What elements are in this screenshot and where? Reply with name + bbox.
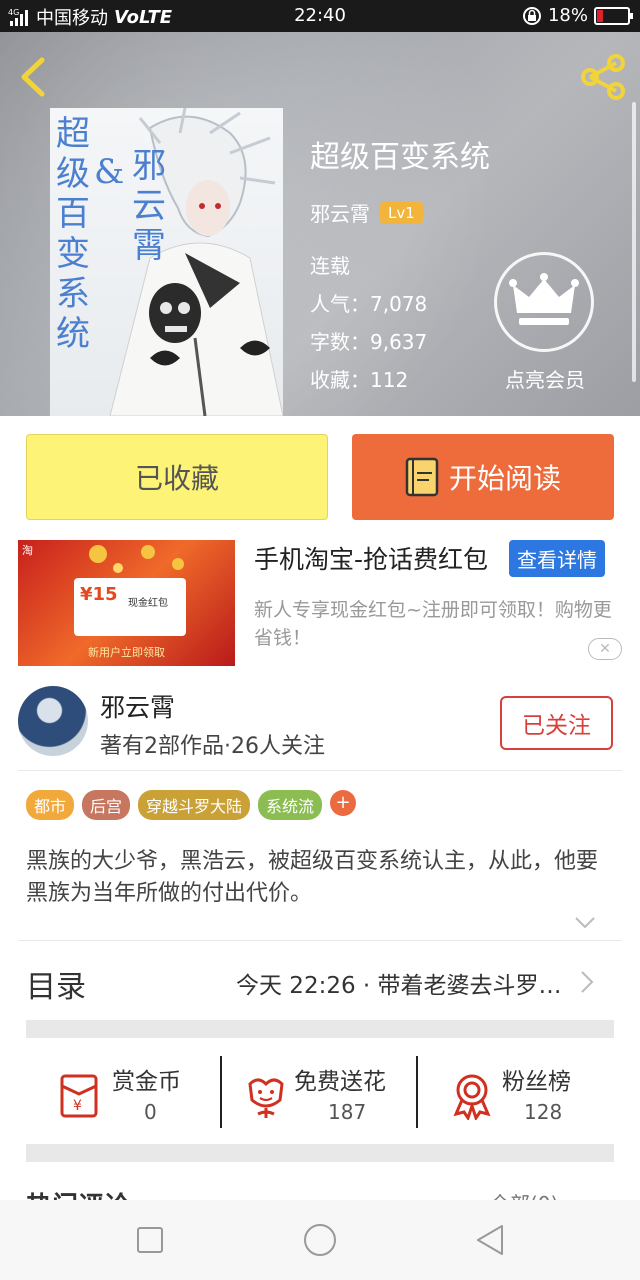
cover-title: 超级百变系统 [56, 114, 90, 354]
divider [18, 770, 622, 771]
stat-label: 赏金币 [112, 1069, 181, 1095]
author-name[interactable]: 邪云霄 [310, 198, 370, 227]
tag-list: 都市 后宫 穿越斗罗大陆 系统流 + [26, 790, 357, 820]
status-bar: 4G 中国移动 VoLTE 22:40 18% [0, 0, 640, 32]
battery-percent: 18% [547, 5, 588, 26]
ad-card-text: 现金红包 [128, 598, 168, 609]
crown-icon [509, 273, 579, 325]
reward-coins-button[interactable]: ¥ 赏金币 0 [56, 1056, 216, 1146]
cover-author: 邪云霄 [132, 146, 166, 266]
stat-value: 0 [144, 1100, 157, 1124]
vip-label[interactable]: 点亮会员 [480, 364, 610, 393]
ad-coupon-card: ¥15 现金红包 [74, 578, 186, 636]
tag-item[interactable]: 系统流 [258, 790, 323, 820]
book-word-count: 字数：9,637 [310, 330, 428, 354]
hot-comments-title: 热门评论 [26, 1186, 130, 1200]
system-nav-bar [0, 1200, 640, 1280]
follow-button[interactable]: 已关注 [500, 696, 613, 750]
home-icon[interactable] [300, 1220, 340, 1260]
battery-level [597, 9, 603, 22]
divider [18, 940, 622, 941]
add-tag-button[interactable]: + [330, 790, 357, 816]
vip-button[interactable] [494, 252, 594, 352]
scrollbar[interactable] [632, 102, 636, 382]
start-reading-label: 开始阅读 [448, 462, 561, 495]
red-envelope-icon: ¥ [60, 1074, 98, 1118]
section-separator [26, 1020, 614, 1038]
main-content: 已收藏 开始阅读 淘 ¥15 现金红包 新用户立即领取 手机淘宝-抢话费红包 查… [0, 416, 640, 1200]
ad-close-button[interactable]: ✕ [588, 638, 622, 660]
svg-text:4G: 4G [8, 8, 19, 17]
book-header: 超级百变系统 & 邪云霄 超级百变系统 邪云霄 Lv1 连载 人气：7,078 … [0, 32, 640, 416]
stat-label: 免费送花 [294, 1069, 386, 1095]
stat-value: 187 [328, 1100, 367, 1124]
stat-divider [220, 1056, 222, 1128]
ad-footer-text: 新用户立即领取 [88, 646, 165, 659]
carrier-name: 中国移动 [36, 8, 108, 29]
toc-latest-chapter[interactable]: 今天 22:26 · 带着老婆去斗罗大陆 [236, 966, 566, 1000]
signal-icon: 4G [8, 8, 28, 26]
svg-text:¥: ¥ [73, 1098, 82, 1114]
ad-detail-button[interactable]: 查看详情 [509, 540, 605, 577]
free-flower-button[interactable]: 免费送花 187 [240, 1056, 410, 1146]
book-title: 超级百变系统 [310, 140, 490, 175]
fan-ranking-button[interactable]: 粉丝榜 128 [450, 1056, 600, 1146]
status-right: 18% [522, 5, 633, 26]
toc-label[interactable]: 目录 [26, 962, 86, 1006]
chevron-down-icon[interactable] [574, 916, 596, 930]
book-info: 超级百变系统 邪云霄 Lv1 连载 人气：7,078 字数：9,637 收藏：1… [310, 132, 490, 399]
ad-amount: ¥15 [80, 584, 118, 605]
favorited-button[interactable]: 已收藏 [26, 434, 328, 520]
stat-value: 128 [524, 1100, 563, 1124]
share-icon[interactable] [578, 52, 628, 102]
recent-apps-icon[interactable] [130, 1220, 170, 1260]
stat-divider [416, 1056, 418, 1128]
tag-item[interactable]: 后宫 [82, 790, 131, 820]
medal-icon [453, 1074, 491, 1120]
stat-label: 粉丝榜 [502, 1069, 571, 1095]
author-card-name[interactable]: 邪云霄 [100, 688, 175, 724]
ad-image[interactable]: 淘 ¥15 现金红包 新用户立即领取 [18, 540, 235, 666]
start-reading-button[interactable]: 开始阅读 [352, 434, 614, 520]
flower-icon [248, 1078, 284, 1118]
cover-ampersand: & [94, 152, 125, 192]
tag-item[interactable]: 都市 [26, 790, 75, 820]
coins-decoration [89, 545, 184, 573]
author-works-info: 著有2部作品·26人关注 [100, 734, 325, 759]
author-row: 邪云霄 Lv1 [310, 198, 490, 227]
status-left: 4G 中国移动 VoLTE [8, 4, 172, 30]
synopsis: 黑族的大少爷，黑浩云，被超级百变系统认主，从此，他要黑族为当年所做的付出代价。 [26, 849, 599, 906]
chevron-right-icon[interactable] [580, 970, 594, 994]
tag-item[interactable]: 穿越斗罗大陆 [138, 790, 251, 820]
ad-description: 新人专享现金红包~注册即可领取！购物更省钱！ [254, 599, 612, 649]
rotation-lock-icon [522, 6, 541, 25]
ad-title[interactable]: 手机淘宝-抢话费红包 [254, 540, 488, 576]
book-status: 连载 [310, 254, 350, 278]
book-favorites: 收藏：112 [310, 368, 409, 392]
level-badge: Lv1 [380, 201, 423, 224]
book-cover[interactable]: 超级百变系统 & 邪云霄 [50, 108, 283, 416]
author-avatar[interactable] [18, 686, 88, 756]
battery-icon [594, 6, 633, 25]
network-type: VoLTE [114, 6, 173, 28]
all-comments-link[interactable]: 全部(0) › [490, 1188, 573, 1200]
book-icon [405, 457, 439, 497]
back-arrow-icon[interactable] [14, 52, 54, 102]
section-separator [26, 1144, 614, 1162]
back-icon[interactable] [470, 1220, 510, 1260]
book-popularity: 人气：7,078 [310, 292, 428, 316]
